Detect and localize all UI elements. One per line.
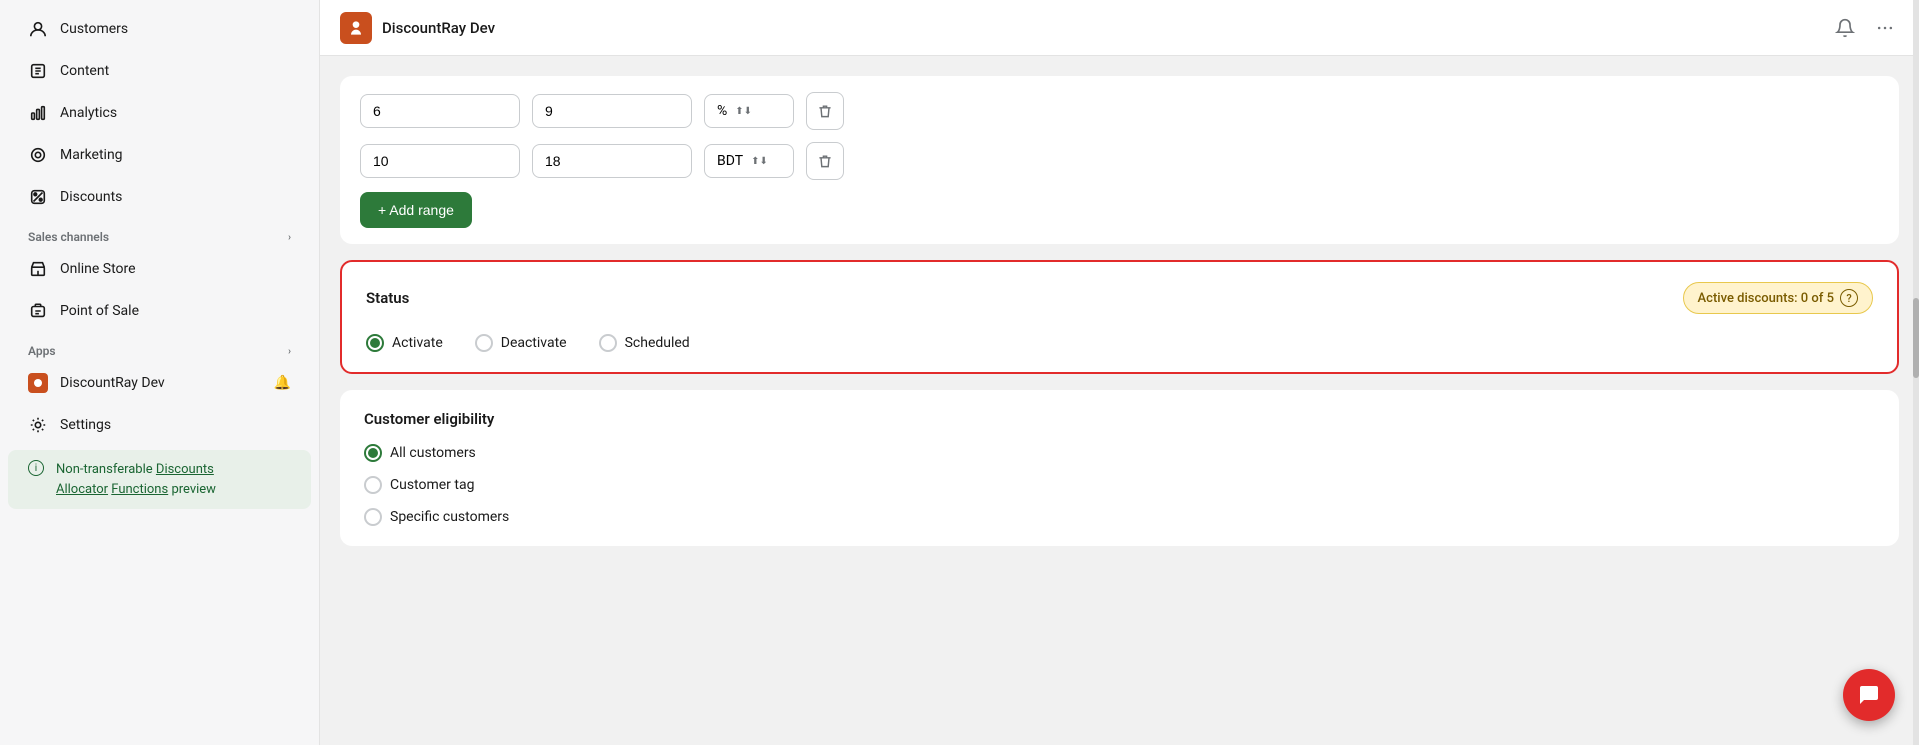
sidebar-item-settings-label: Settings <box>60 417 111 433</box>
scheduled-radio[interactable] <box>599 334 617 352</box>
discounts-icon <box>28 187 48 207</box>
unit-select-2[interactable]: BDT ⬆⬇ <box>704 144 794 178</box>
scheduled-label: Scheduled <box>625 335 690 351</box>
topbar-right <box>1831 14 1899 42</box>
analytics-icon <box>28 103 48 123</box>
delete-row-1-button[interactable] <box>806 92 844 130</box>
specific-customers-radio[interactable] <box>364 508 382 526</box>
activate-label: Activate <box>392 335 443 351</box>
range-card: % ⬆⬇ BDT ⬆⬇ <box>340 76 1899 244</box>
discountray-app-icon <box>28 373 48 393</box>
unit-arrow-1: ⬆⬇ <box>735 106 752 117</box>
help-icon[interactable]: ? <box>1840 289 1858 307</box>
unit-select-1[interactable]: % ⬆⬇ <box>704 94 794 128</box>
sidebar: Customers Content Analytics Mark <box>0 0 320 745</box>
sidebar-item-discountray-label: DiscountRay Dev <box>60 375 165 391</box>
content-area: % ⬆⬇ BDT ⬆⬇ <box>320 56 1919 745</box>
unit-label-2: BDT <box>717 153 743 169</box>
customer-tag-label: Customer tag <box>390 477 474 493</box>
value-input-1[interactable] <box>532 94 692 128</box>
notification-button[interactable] <box>1831 14 1859 42</box>
sidebar-item-content-label: Content <box>60 63 109 79</box>
sidebar-item-customers[interactable]: Customers <box>8 9 311 49</box>
sidebar-item-analytics[interactable]: Analytics <box>8 93 311 133</box>
unit-arrow-2: ⬆⬇ <box>751 156 768 167</box>
eligibility-radio-group: All customers Customer tag Specific cust… <box>364 444 1875 526</box>
settings-icon <box>28 415 48 435</box>
sidebar-item-online-store[interactable]: Online Store <box>8 249 311 289</box>
sidebar-item-point-of-sale[interactable]: Point of Sale <box>8 291 311 331</box>
main-content: DiscountRay Dev <box>320 0 1919 745</box>
sidebar-item-customers-label: Customers <box>60 21 128 37</box>
status-activate-option[interactable]: Activate <box>366 334 443 352</box>
chevron-icon: › <box>288 232 291 243</box>
activate-radio[interactable] <box>366 334 384 352</box>
eligibility-card: Customer eligibility All customers Custo… <box>340 390 1899 546</box>
sidebar-item-settings[interactable]: Settings <box>8 405 311 445</box>
sidebar-item-discounts-label: Discounts <box>60 189 122 205</box>
active-discounts-badge: Active discounts: 0 of 5 ? <box>1683 282 1873 314</box>
content-icon <box>28 61 48 81</box>
sidebar-item-marketing[interactable]: Marketing <box>8 135 311 175</box>
delete-row-2-button[interactable] <box>806 142 844 180</box>
store-icon <box>28 259 48 279</box>
range-row-2: BDT ⬆⬇ <box>360 142 1879 180</box>
topbar: DiscountRay Dev <box>320 0 1919 56</box>
highlight-text: Non-transferable Discounts Allocator Fun… <box>56 460 291 499</box>
all-customers-label: All customers <box>390 445 476 461</box>
qty-input-2[interactable] <box>360 144 520 178</box>
app-logo <box>340 12 372 44</box>
add-range-label: + Add range <box>378 202 454 218</box>
deactivate-label: Deactivate <box>501 335 567 351</box>
sidebar-item-content[interactable]: Content <box>8 51 311 91</box>
unit-label-1: % <box>717 103 727 119</box>
sidebar-item-online-store-label: Online Store <box>60 261 136 277</box>
badge-label: Active discounts: 0 of 5 <box>1698 291 1834 306</box>
status-title: Status <box>366 289 409 307</box>
value-input-2[interactable] <box>532 144 692 178</box>
sales-channels-section: Sales channels › <box>0 218 319 248</box>
status-radio-group: Activate Deactivate Scheduled <box>366 334 1873 352</box>
pos-icon <box>28 301 48 321</box>
sidebar-item-analytics-label: Analytics <box>60 105 117 121</box>
status-deactivate-option[interactable]: Deactivate <box>475 334 567 352</box>
sidebar-item-marketing-label: Marketing <box>60 147 123 163</box>
person-icon <box>28 19 48 39</box>
chat-fab-button[interactable] <box>1843 669 1895 721</box>
specific-customers-label: Specific customers <box>390 509 509 525</box>
sidebar-item-pos-label: Point of Sale <box>60 303 139 319</box>
status-card: Status Active discounts: 0 of 5 ? Activa… <box>340 260 1899 374</box>
notification-bell-icon: 🔔 <box>274 375 291 391</box>
non-transferable-highlight[interactable]: i Non-transferable Discounts Allocator F… <box>8 450 311 509</box>
right-scrollbar <box>1913 0 1919 745</box>
more-options-button[interactable] <box>1871 14 1899 42</box>
apps-chevron-icon: › <box>288 346 291 357</box>
customer-tag-option[interactable]: Customer tag <box>364 476 474 494</box>
info-icon: i <box>28 460 44 476</box>
add-range-button[interactable]: + Add range <box>360 192 472 228</box>
customer-tag-radio[interactable] <box>364 476 382 494</box>
all-customers-radio[interactable] <box>364 444 382 462</box>
eligibility-title: Customer eligibility <box>364 410 1875 428</box>
range-row-1: % ⬆⬇ <box>360 92 1879 130</box>
specific-customers-option[interactable]: Specific customers <box>364 508 509 526</box>
sidebar-item-discounts[interactable]: Discounts <box>8 177 311 217</box>
topbar-left: DiscountRay Dev <box>340 12 495 44</box>
status-header: Status Active discounts: 0 of 5 ? <box>366 282 1873 314</box>
all-customers-option[interactable]: All customers <box>364 444 476 462</box>
marketing-icon <box>28 145 48 165</box>
topbar-title: DiscountRay Dev <box>382 19 495 37</box>
qty-input-1[interactable] <box>360 94 520 128</box>
status-scheduled-option[interactable]: Scheduled <box>599 334 690 352</box>
sidebar-item-discountray[interactable]: DiscountRay Dev 🔔 <box>8 363 311 403</box>
apps-section: Apps › <box>0 332 319 362</box>
deactivate-radio[interactable] <box>475 334 493 352</box>
scrollbar-thumb[interactable] <box>1913 298 1919 378</box>
